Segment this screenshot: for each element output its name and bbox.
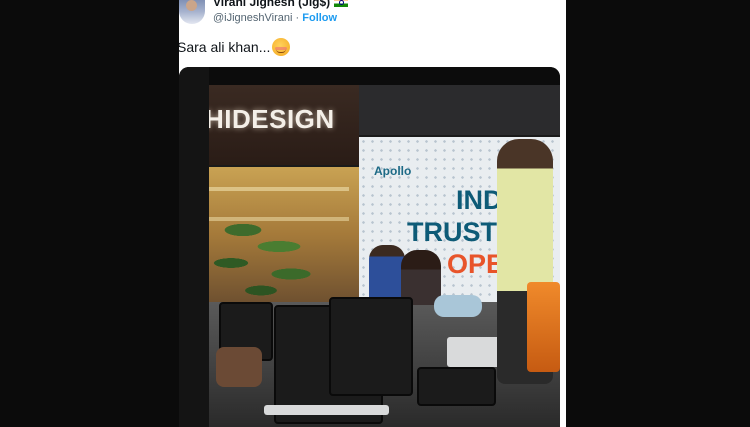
photo-handbag (216, 347, 262, 387)
photo-plant (207, 197, 327, 307)
photo-banner-brand: Apollo (374, 164, 412, 178)
smiling-face-emoji-icon (272, 38, 291, 56)
photo-chair (329, 297, 413, 396)
photo-wall (359, 85, 560, 135)
separator-dot: · (295, 12, 300, 24)
photo-door-frame (179, 67, 209, 427)
india-flag-icon (334, 0, 349, 7)
photo-banner-line: TRUST (407, 217, 497, 247)
photo-banner-line: OPE (447, 249, 505, 279)
photo-seated-man (369, 245, 405, 303)
photo-shelf (209, 187, 349, 191)
tweet-photo[interactable]: HIDESIGN Apollo INDI TRUST OPE (179, 67, 560, 427)
tweet-text: Sara ali khan... (179, 38, 291, 56)
tweet-header: Virani Jignesh (Jig$) @iJigneshVirani · … (179, 0, 566, 30)
photo-chair (417, 367, 496, 406)
tweet-text-content: Sara ali khan... (179, 39, 271, 55)
follow-link[interactable]: Follow (302, 12, 337, 24)
photo-chair-frame (264, 405, 389, 415)
tweet-card: Virani Jignesh (Jig$) @iJigneshVirani · … (179, 0, 566, 427)
handle-row: @iJigneshVirani · Follow (213, 12, 337, 24)
avatar-face (186, 0, 197, 11)
photo-orange-bag (527, 282, 560, 372)
photo-ceiling (179, 67, 560, 85)
photo-woman-legs (434, 295, 482, 317)
avatar[interactable] (179, 0, 205, 24)
user-handle[interactable]: @iJigneshVirani (213, 12, 292, 24)
display-name[interactable]: Virani Jignesh (Jig$) (213, 0, 349, 9)
photo-store-sign: HIDESIGN (205, 104, 335, 134)
display-name-text: Virani Jignesh (Jig$) (213, 0, 331, 9)
